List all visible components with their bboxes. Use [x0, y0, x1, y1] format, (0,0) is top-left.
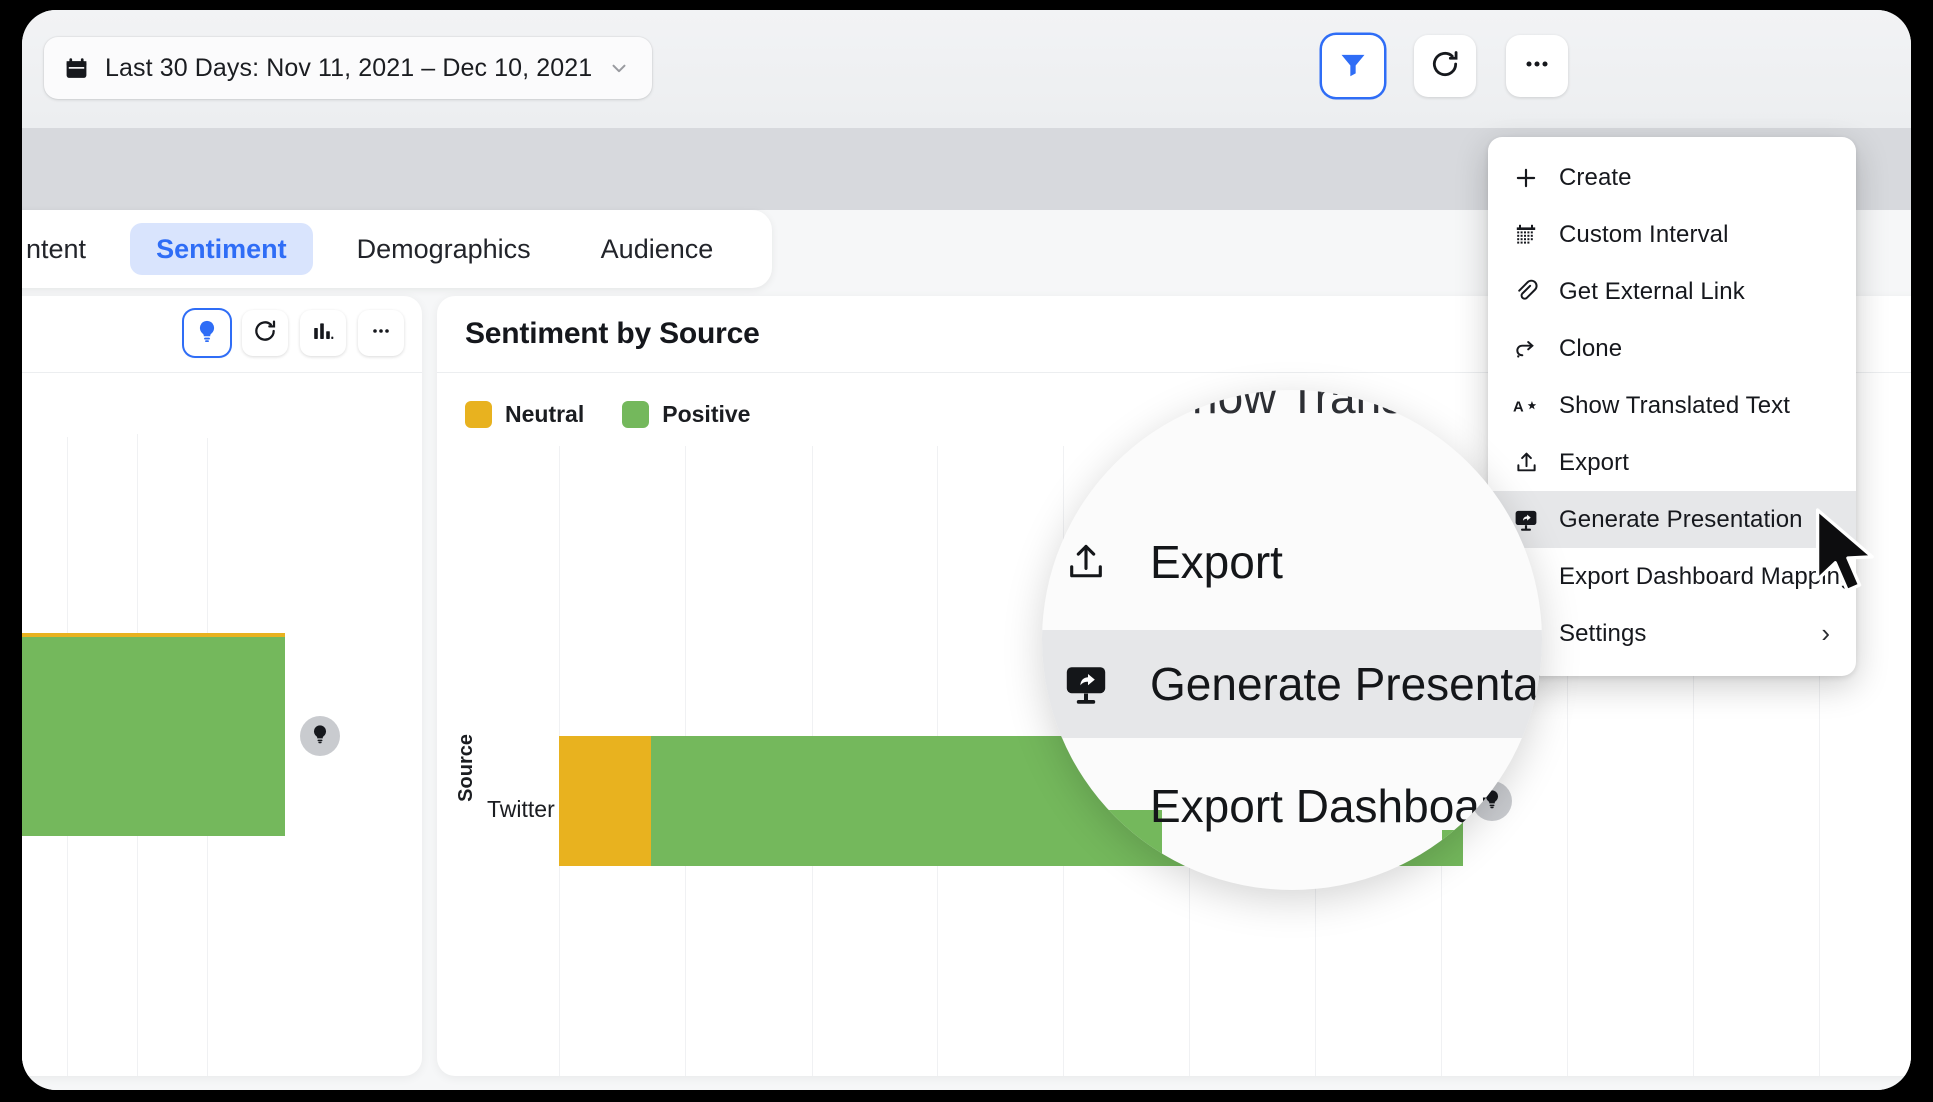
card-header — [22, 296, 422, 373]
lightbulb-icon — [194, 318, 220, 349]
tab-audience[interactable]: Audience — [575, 223, 740, 275]
legend-item-neutral[interactable]: Neutral — [465, 401, 584, 428]
menu-item-generate-presentation[interactable]: Generate Presentation — [1488, 491, 1856, 548]
filter-button[interactable] — [1322, 35, 1384, 97]
menu-item-label: Export Dashboard Mapping — [1559, 562, 1854, 590]
menu-item-label: Generate Presentation — [1559, 505, 1803, 533]
refresh-icon — [252, 318, 278, 349]
legend-label: Positive — [662, 401, 751, 427]
date-range-picker[interactable]: Last 30 Days: Nov 11, 2021 – Dec 10, 202… — [44, 37, 653, 99]
ellipsis-icon — [1521, 48, 1553, 85]
tab-label: ntent — [26, 233, 87, 264]
tab-label: Demographics — [356, 233, 531, 264]
presentation-icon — [1062, 660, 1110, 708]
bar-positive[interactable] — [22, 636, 285, 836]
magnified-item-export-dashboard-mapping[interactable]: Export Dashboard Map — [1042, 752, 1542, 860]
menu-item-export-dashboard-mapping[interactable]: Export Dashboard Mapping — [1488, 548, 1856, 605]
legend-swatch-positive — [622, 401, 650, 428]
magnified-item-export[interactable]: Export — [1042, 508, 1542, 616]
card-more-button[interactable] — [358, 310, 404, 356]
page-title: Sentiment by Source — [465, 317, 760, 350]
menu-item-custom-interval[interactable]: Custom Interval — [1488, 206, 1856, 263]
tab-strip: ntent Sentiment Demographics Audience — [22, 210, 772, 288]
options-dropdown-menu: Create Custom Interval Get External Link… — [1488, 137, 1856, 676]
legend-label: Neutral — [505, 401, 585, 427]
bar-chart-icon — [311, 319, 335, 348]
bar-segment-neutral[interactable] — [559, 736, 651, 866]
refresh-button[interactable] — [1414, 35, 1476, 97]
menu-item-label: Custom Interval — [1559, 220, 1729, 248]
legend-swatch-neutral — [465, 401, 492, 428]
filter-icon — [1337, 48, 1369, 85]
upload-icon — [1062, 782, 1110, 830]
dashboard-card-left — [22, 296, 422, 1076]
plus-icon — [1513, 165, 1539, 191]
date-range-label: Last 30 Days: Nov 11, 2021 – Dec 10, 202… — [105, 53, 593, 82]
menu-item-label: Show Translated Text — [1559, 391, 1791, 419]
magnified-ghost-label: how Translated — [1192, 390, 1504, 423]
tab-demographics[interactable]: Demographics — [331, 223, 557, 275]
tab-content[interactable]: ntent — [22, 223, 112, 275]
card-refresh-button[interactable] — [242, 310, 288, 356]
magnified-item-generate-presentation[interactable]: Generate Presentation — [1042, 630, 1542, 738]
mouse-cursor — [1814, 507, 1892, 608]
insights-button[interactable] — [184, 310, 230, 356]
clone-icon — [1513, 336, 1539, 362]
magnifier-content: how Translated Export Generate Presenta … — [1042, 390, 1542, 890]
paperclip-icon — [1513, 279, 1539, 305]
tab-label: Sentiment — [156, 233, 287, 264]
axis-title-source: Source — [455, 734, 477, 802]
legend-item-positive[interactable]: Positive — [622, 401, 750, 428]
chevron-right-icon: › — [1821, 618, 1830, 648]
menu-item-label: Clone — [1559, 334, 1623, 362]
lightbulb-icon — [309, 723, 331, 750]
tab-label: Audience — [600, 233, 714, 264]
calendar-icon — [64, 56, 89, 81]
menu-item-label: Settings — [1559, 619, 1647, 647]
chart-type-button[interactable] — [300, 310, 346, 356]
menu-item-label: Export — [1559, 448, 1629, 476]
bar-neutral-sliver — [22, 633, 285, 637]
card-toolbar — [184, 310, 404, 356]
menu-item-settings[interactable]: Settings › — [1488, 605, 1856, 662]
menu-item-get-external-link[interactable]: Get External Link — [1488, 263, 1856, 320]
more-options-button[interactable] — [1506, 35, 1568, 97]
chevron-down-icon — [608, 57, 630, 79]
magnified-item-label: Generate Presentation — [1150, 658, 1542, 710]
menu-item-label: Get External Link — [1559, 277, 1745, 305]
menu-item-export[interactable]: Export — [1488, 434, 1856, 491]
tab-sentiment[interactable]: Sentiment — [130, 223, 313, 275]
calendar-grid-icon — [1513, 222, 1539, 248]
menu-item-clone[interactable]: Clone — [1488, 320, 1856, 377]
magnified-item-settings[interactable]: Settings — [1042, 872, 1542, 890]
magnified-item-label: Export — [1150, 536, 1283, 588]
magnifier-lens: how Translated Export Generate Presenta … — [1042, 390, 1542, 890]
magnified-item-label: Export Dashboard Map — [1150, 780, 1542, 832]
refresh-icon — [1429, 48, 1461, 85]
left-chart-plot — [22, 372, 422, 1076]
menu-item-label: Create — [1559, 163, 1632, 191]
menu-item-create[interactable]: Create — [1488, 149, 1856, 206]
upload-icon — [1062, 538, 1110, 586]
app-window: Last 30 Days: Nov 11, 2021 – Dec 10, 202… — [22, 10, 1911, 1090]
ellipsis-icon — [369, 319, 393, 348]
category-label-twitter: Twitter — [487, 796, 555, 822]
insight-badge[interactable] — [300, 716, 340, 756]
menu-item-show-translated-text[interactable]: A Show Translated Text — [1488, 377, 1856, 434]
